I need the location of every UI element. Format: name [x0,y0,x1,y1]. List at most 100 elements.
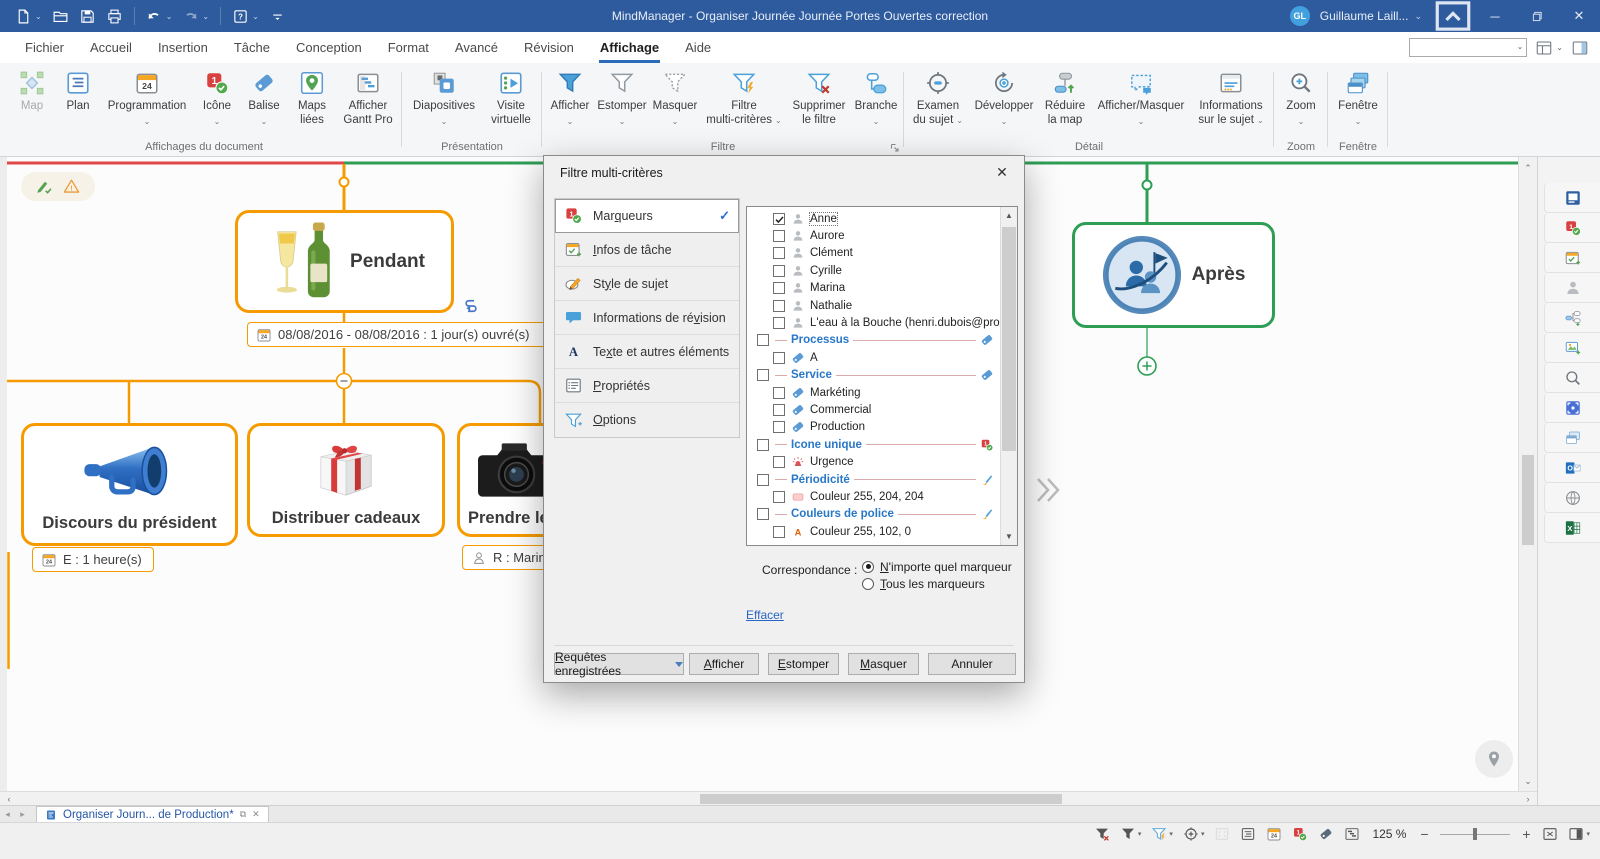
sidebar-tab-outlook[interactable]: O [1544,453,1600,483]
sidebar-tab-markers[interactable]: 1 [1544,213,1600,243]
view-layout-icon[interactable]: ⌄ [1534,39,1563,57]
new-document-button[interactable]: ⌄ [10,3,47,29]
dialog-close-icon[interactable]: ✕ [992,164,1012,181]
sidebar-tab-map-parts[interactable] [1544,303,1600,333]
scroll-down-icon[interactable]: ⌄ [1519,776,1537,787]
checkbox[interactable] [773,230,785,242]
close-button[interactable]: ✕ [1558,0,1600,32]
scroll-right-icon[interactable]: › [1523,794,1533,804]
dialog-tab-marqueurs[interactable]: 1Marqueurs✓ [555,199,739,233]
marker-group-service[interactable]: Service [747,367,1000,384]
ribbon-tab-aide[interactable]: Aide [672,32,724,63]
maps-li-es-button[interactable]: Mapsliées [287,66,337,140]
marker-group-p-riodicit-[interactable]: Périodicité [747,471,1000,488]
tab-nav-left-icon[interactable]: ◂ [0,809,15,820]
balise-button[interactable]: Balise⌄ [241,66,287,140]
annuler-button[interactable]: Annuler [928,653,1016,675]
marker-item-aurore[interactable]: Aurore [747,227,1000,244]
ribbon-display-options-icon[interactable] [1432,0,1474,32]
sidebar-tab-navigation[interactable] [1544,393,1600,423]
afficher-button[interactable]: Afficher [689,653,759,675]
marker-item-production[interactable]: Production [747,419,1000,436]
afficher-button[interactable]: Afficher⌄ [545,66,595,140]
estomper-button[interactable]: Estomper [768,653,839,675]
scroll-up-icon[interactable]: ▲ [1001,211,1017,220]
relationship-icon[interactable] [462,297,480,315]
help-button[interactable]: ?⌄ [227,3,264,29]
radio-icon[interactable] [862,561,874,573]
topic-discours[interactable]: Discours du président [21,423,238,546]
task-info-view-button[interactable]: 24 [1266,826,1282,842]
split-view-button[interactable]: ▾ [1568,826,1590,842]
scroll-left-icon[interactable]: ‹ [4,794,14,804]
afficher-masquer-button[interactable]: Afficher/Masquer⌄ [1091,66,1191,140]
zoom-slider[interactable] [1440,827,1510,841]
outline-view-button[interactable] [1240,826,1256,842]
masquer-button[interactable]: Masquer⌄ [649,66,701,140]
gantt-view-button[interactable] [1344,826,1360,842]
examen-du-sujet-button[interactable]: Examendu sujet⌄ [907,66,969,140]
panel-toggle-icon[interactable] [1570,39,1590,57]
estomper-button[interactable]: Estomper⌄ [595,66,649,140]
marker-item-l-eau-la-bouche-henri-dubois-p[interactable]: L'eau à la Bouche (henri.dubois@proactif [747,314,1000,331]
show-filter-button[interactable]: ▾ [1120,826,1142,842]
restore-button[interactable] [1516,0,1558,32]
sidebar-tab-resources[interactable] [1544,273,1600,303]
checkbox[interactable] [757,474,769,486]
ribbon-tab-fichier[interactable]: Fichier [12,32,77,63]
dialog-tab-texte-et-autres-l-ments[interactable]: ATexte et autres éléments [555,335,739,369]
supprimer-le-filtre-button[interactable]: Supprimerle filtre [787,66,851,140]
checkbox[interactable] [757,334,769,346]
marker-item-mark-ting[interactable]: Markéting [747,384,1000,401]
informations-sur-le-sujet-button[interactable]: Informationssur le sujet⌄ [1191,66,1271,140]
ribbon-tab-conception[interactable]: Conception [283,32,375,63]
document-tab[interactable]: Organiser Journ... de Production* ⧉ ✕ [36,806,269,823]
float-tab-icon[interactable]: ⧉ [240,809,246,820]
marker-item-couleur-255-102-0[interactable]: ACouleur 255, 102, 0 [747,523,1000,540]
afficher-gantt-pro-button[interactable]: AfficherGantt Pro [337,66,399,140]
redo-button[interactable]: ⌄ [177,3,214,29]
zoom-out-button[interactable]: − [1418,826,1430,842]
ribbon-tab-avancé[interactable]: Avancé [442,32,511,63]
dialog-tab-infos-de-t-che[interactable]: Infos de tâche [555,233,739,267]
checkbox[interactable] [773,247,785,259]
checkbox[interactable] [773,265,785,277]
multi-filter-button[interactable]: ▾ [1151,826,1173,842]
undo-button[interactable]: ⌄ [141,3,178,29]
zoom-button[interactable]: Zoom⌄ [1277,66,1325,140]
checkbox[interactable] [773,317,785,329]
map-pin-button[interactable] [1475,740,1513,778]
plan-button[interactable]: Plan [55,66,101,140]
ribbon-tab-accueil[interactable]: Accueil [77,32,145,63]
topic-focus-button[interactable]: ▾ [1183,826,1205,842]
close-tab-icon[interactable]: ✕ [252,809,260,820]
sidebar-tab-index[interactable] [1544,183,1600,213]
masquer-button[interactable]: Masquer [848,653,919,675]
open-button[interactable] [47,3,74,29]
checkbox[interactable] [757,369,769,381]
list-scrollbar[interactable]: ▲ ▼ [1000,207,1017,545]
vertical-scroll-thumb[interactable] [1522,455,1534,545]
avatar[interactable]: GL [1290,6,1310,26]
print-button[interactable] [101,3,128,29]
marker-item-marina[interactable]: Marina [747,280,1000,297]
scroll-down-icon[interactable]: ▼ [1001,532,1017,541]
task-info-pendant[interactable]: 24 08/08/2016 - 08/08/2016 : 1 jour(s) o… [247,322,548,347]
marker-group-icone-unique[interactable]: Icone unique1 [747,436,1000,453]
dialog-launcher-icon[interactable] [890,143,900,153]
tab-nav-right-icon[interactable]: ▸ [15,809,30,820]
checkbox[interactable] [773,404,785,416]
checkbox[interactable] [773,352,785,364]
save-button[interactable] [74,3,101,29]
topic-cadeaux[interactable]: Distribuer cadeaux [247,423,445,537]
ribbon-tab-révision[interactable]: Révision [511,32,587,63]
clear-link[interactable]: Effacer [746,608,784,622]
zoom-in-button[interactable]: + [1520,826,1532,842]
dialog-tab-options[interactable]: *Options [555,403,739,437]
list-scroll-thumb[interactable] [1002,227,1016,451]
match-option-any[interactable]: N'importe quel marqueur [862,558,1012,575]
marker-item-a[interactable]: A [747,349,1000,366]
vertical-scrollbar[interactable]: ⌃ ⌄ [1518,157,1537,793]
checkbox[interactable] [757,439,769,451]
marker-item-commercial[interactable]: Commercial [747,401,1000,418]
